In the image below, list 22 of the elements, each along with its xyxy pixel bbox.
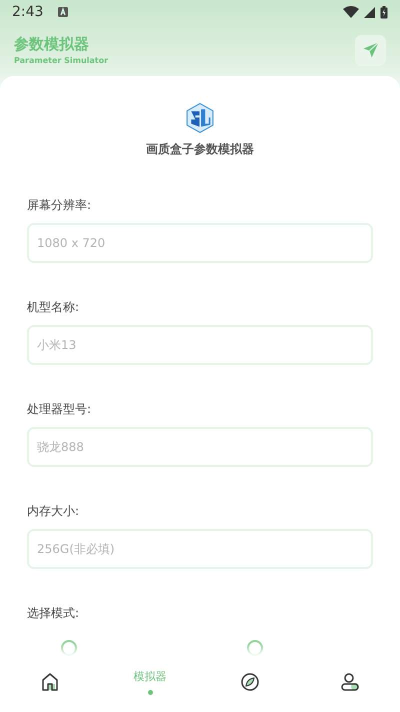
app-header-title: 参数模拟器 <box>14 35 90 54</box>
app-header-subtitle: Parameter Simulator <box>14 56 110 65</box>
paper-plane-icon <box>362 41 380 59</box>
wifi-icon <box>343 6 359 18</box>
app-title: 画质盒子参数模拟器 <box>146 141 254 158</box>
field-label: 屏幕分辨率: <box>27 197 92 214</box>
notification-icon <box>58 7 68 17</box>
compass-icon <box>240 672 260 692</box>
input-field[interactable]: 小米13 <box>27 325 373 365</box>
battery-icon <box>380 6 388 18</box>
field-label: 内存大小: <box>27 503 80 520</box>
status-time: 2:43 <box>12 4 44 20</box>
signal-icon <box>364 6 375 18</box>
input-field[interactable]: 256G(非必填) <box>27 529 373 569</box>
field-label: 机型名称: <box>27 299 80 316</box>
user-icon <box>340 672 360 692</box>
nav-tab[interactable]: 模拟器 <box>120 662 180 702</box>
input-field[interactable]: 1080 x 720 <box>27 223 373 263</box>
home-icon <box>40 672 60 692</box>
field-label: 处理器型号: <box>27 401 92 418</box>
field-label: 选择模式: <box>27 605 80 622</box>
input-field[interactable]: 骁龙888 <box>27 427 373 467</box>
